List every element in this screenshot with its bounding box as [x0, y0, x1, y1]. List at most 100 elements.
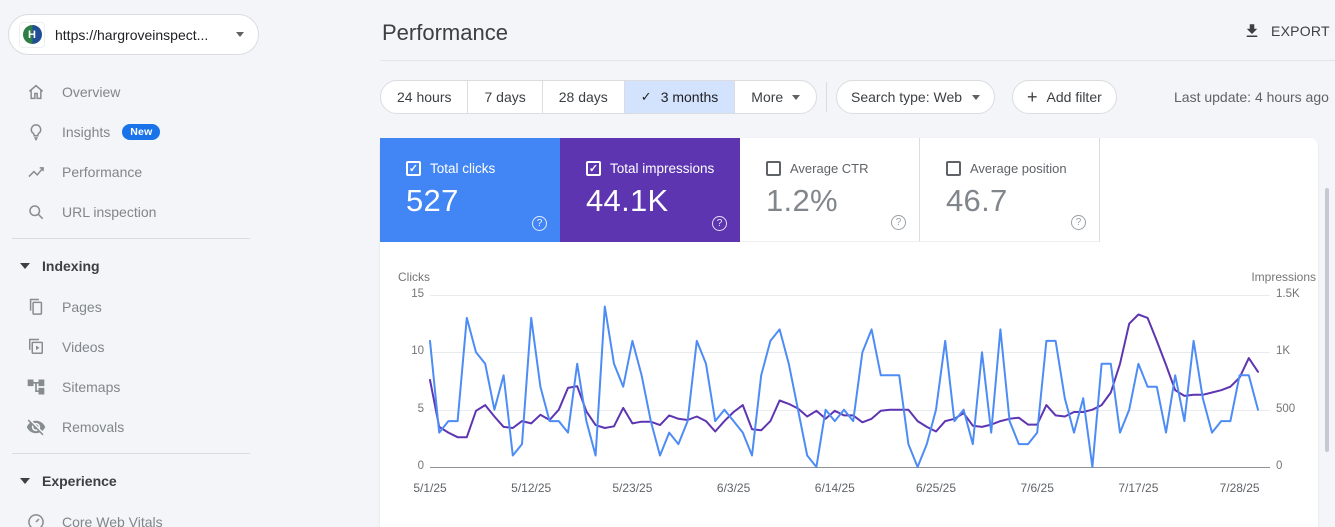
search-type-chip[interactable]: Search type: Web	[836, 80, 996, 114]
chevron-down-icon	[792, 94, 801, 100]
trending-up-icon	[28, 167, 44, 178]
sidebar-divider	[12, 453, 250, 454]
chip-label: More	[751, 89, 784, 105]
sidebar-item-removals[interactable]: Removals	[0, 407, 262, 447]
x-tick-label: 7/17/25	[1118, 481, 1159, 495]
add-filter-chip[interactable]: Add filter	[1012, 80, 1117, 114]
sidebar-item-insights[interactable]: Insights New	[0, 112, 262, 152]
chevron-down-icon	[972, 94, 981, 100]
metric-checkbox-2[interactable]	[766, 161, 781, 176]
help-icon[interactable]: ?	[891, 215, 906, 230]
search-icon	[29, 205, 44, 220]
chevron-down-icon	[236, 32, 244, 37]
y-tick: 10	[411, 345, 424, 357]
x-tick-label: 5/1/25	[413, 481, 447, 495]
sidebar-section-indexing[interactable]: Indexing	[0, 245, 262, 287]
performance-line-chart	[429, 305, 1259, 468]
metric-checkbox-3[interactable]	[946, 161, 961, 176]
header-divider	[380, 60, 1335, 61]
pages-icon	[29, 298, 43, 315]
metric-checkbox-1[interactable]	[586, 161, 601, 176]
chip-24-hours[interactable]: 24 hours	[381, 81, 469, 113]
new-badge: New	[122, 124, 161, 140]
video-icon	[29, 338, 43, 354]
sidebar-section-label: Experience	[42, 473, 117, 489]
date-range-chip-group: 24 hours 7 days 28 days 3 months More	[380, 80, 818, 114]
metric-card-total-impressions[interactable]: Total impressions 44.1K ?	[560, 138, 740, 242]
site-favicon-letter: H	[22, 25, 42, 44]
property-url: https://hargroveinspect...	[55, 26, 209, 43]
chip-28-days[interactable]: 28 days	[543, 81, 625, 113]
chip-7-days[interactable]: 7 days	[468, 81, 543, 113]
metric-card-total-clicks[interactable]: Total clicks 527 ?	[380, 138, 560, 242]
sidebar-item-performance[interactable]: Performance	[0, 152, 262, 192]
sidebar-item-label: Pages	[62, 299, 102, 315]
sidebar: Overview Insights New Performance URL in…	[0, 72, 262, 527]
check-icon	[641, 89, 652, 105]
metric-label: Total clicks	[430, 161, 496, 176]
x-tick-label: 5/23/25	[612, 481, 653, 495]
sidebar-item-overview[interactable]: Overview	[0, 72, 262, 112]
right-axis-title: Impressions	[1251, 270, 1316, 284]
sidebar-item-core-web-vitals[interactable]: Core Web Vitals	[0, 502, 262, 527]
chip-label: Search type: Web	[851, 89, 963, 105]
chip-label: Add filter	[1046, 89, 1102, 105]
property-selector[interactable]: H https://hargroveinspect...	[8, 14, 259, 55]
collapse-triangle-icon	[20, 478, 30, 484]
lightbulb-icon	[30, 124, 42, 141]
last-update-text: Last update: 4 hours ago	[1174, 89, 1329, 105]
metric-value: 44.1K	[586, 183, 669, 218]
sidebar-item-label: Sitemaps	[62, 379, 121, 395]
vertical-scrollbar[interactable]	[1325, 188, 1329, 452]
sidebar-item-url-inspection[interactable]: URL inspection	[0, 192, 262, 232]
chip-group-divider	[826, 82, 827, 112]
sitemap-icon	[27, 379, 45, 395]
sidebar-item-label: Videos	[62, 339, 105, 355]
x-tick-label: 6/3/25	[716, 481, 751, 495]
x-tick-label: 5/12/25	[511, 481, 552, 495]
y-tick: 0	[417, 460, 424, 472]
x-tick-label: 6/14/25	[814, 481, 855, 495]
sidebar-section-label: Indexing	[42, 258, 100, 274]
series-clicks-line	[429, 305, 1259, 468]
chip-more[interactable]: More	[735, 81, 816, 113]
export-button[interactable]: EXPORT	[1243, 22, 1330, 40]
metric-checkbox-0[interactable]	[406, 161, 421, 176]
x-tick-label: 7/28/25	[1219, 481, 1260, 495]
plus-icon	[1027, 88, 1038, 106]
sidebar-item-pages[interactable]: Pages	[0, 287, 262, 327]
help-icon[interactable]: ?	[712, 216, 727, 231]
metric-label: Total impressions	[610, 161, 715, 176]
sidebar-item-label: Insights	[62, 124, 111, 140]
home-icon	[28, 84, 44, 100]
site-favicon: H	[19, 21, 45, 48]
chip-label: 3 months	[660, 89, 719, 105]
export-label: EXPORT	[1271, 23, 1330, 39]
eye-off-icon	[26, 419, 46, 436]
x-tick-label: 7/6/25	[1020, 481, 1054, 495]
collapse-triangle-icon	[20, 263, 30, 269]
x-axis-line	[430, 467, 1270, 468]
sidebar-item-label: Removals	[62, 419, 125, 435]
y-tick: 5	[417, 403, 424, 415]
y-tick-right: 1K	[1276, 345, 1291, 357]
metric-value: 1.2%	[766, 183, 838, 218]
series-impressions-line	[429, 313, 1259, 439]
metric-value: 527	[406, 183, 459, 218]
sidebar-item-label: URL inspection	[62, 204, 157, 220]
sidebar-item-videos[interactable]: Videos	[0, 327, 262, 367]
sidebar-item-sitemaps[interactable]: Sitemaps	[0, 367, 262, 407]
y-tick-right: 500	[1276, 403, 1296, 415]
sidebar-divider	[12, 238, 250, 239]
help-icon[interactable]: ?	[1071, 215, 1086, 230]
metric-card-average-position[interactable]: Average position 46.7 ?	[920, 138, 1100, 242]
metric-label: Average position	[970, 161, 1067, 176]
x-axis-labels: 5/1/25 5/12/25 5/23/25 6/3/25 6/14/25 6/25/25…	[413, 481, 1268, 497]
metric-label: Average CTR	[790, 161, 869, 176]
metric-card-average-ctr[interactable]: Average CTR 1.2% ?	[740, 138, 920, 242]
sidebar-section-experience[interactable]: Experience	[0, 460, 262, 502]
help-icon[interactable]: ?	[532, 216, 547, 231]
chip-3-months-selected[interactable]: 3 months	[624, 81, 736, 113]
sidebar-item-label: Overview	[62, 84, 121, 100]
page-title: Performance	[382, 20, 508, 45]
